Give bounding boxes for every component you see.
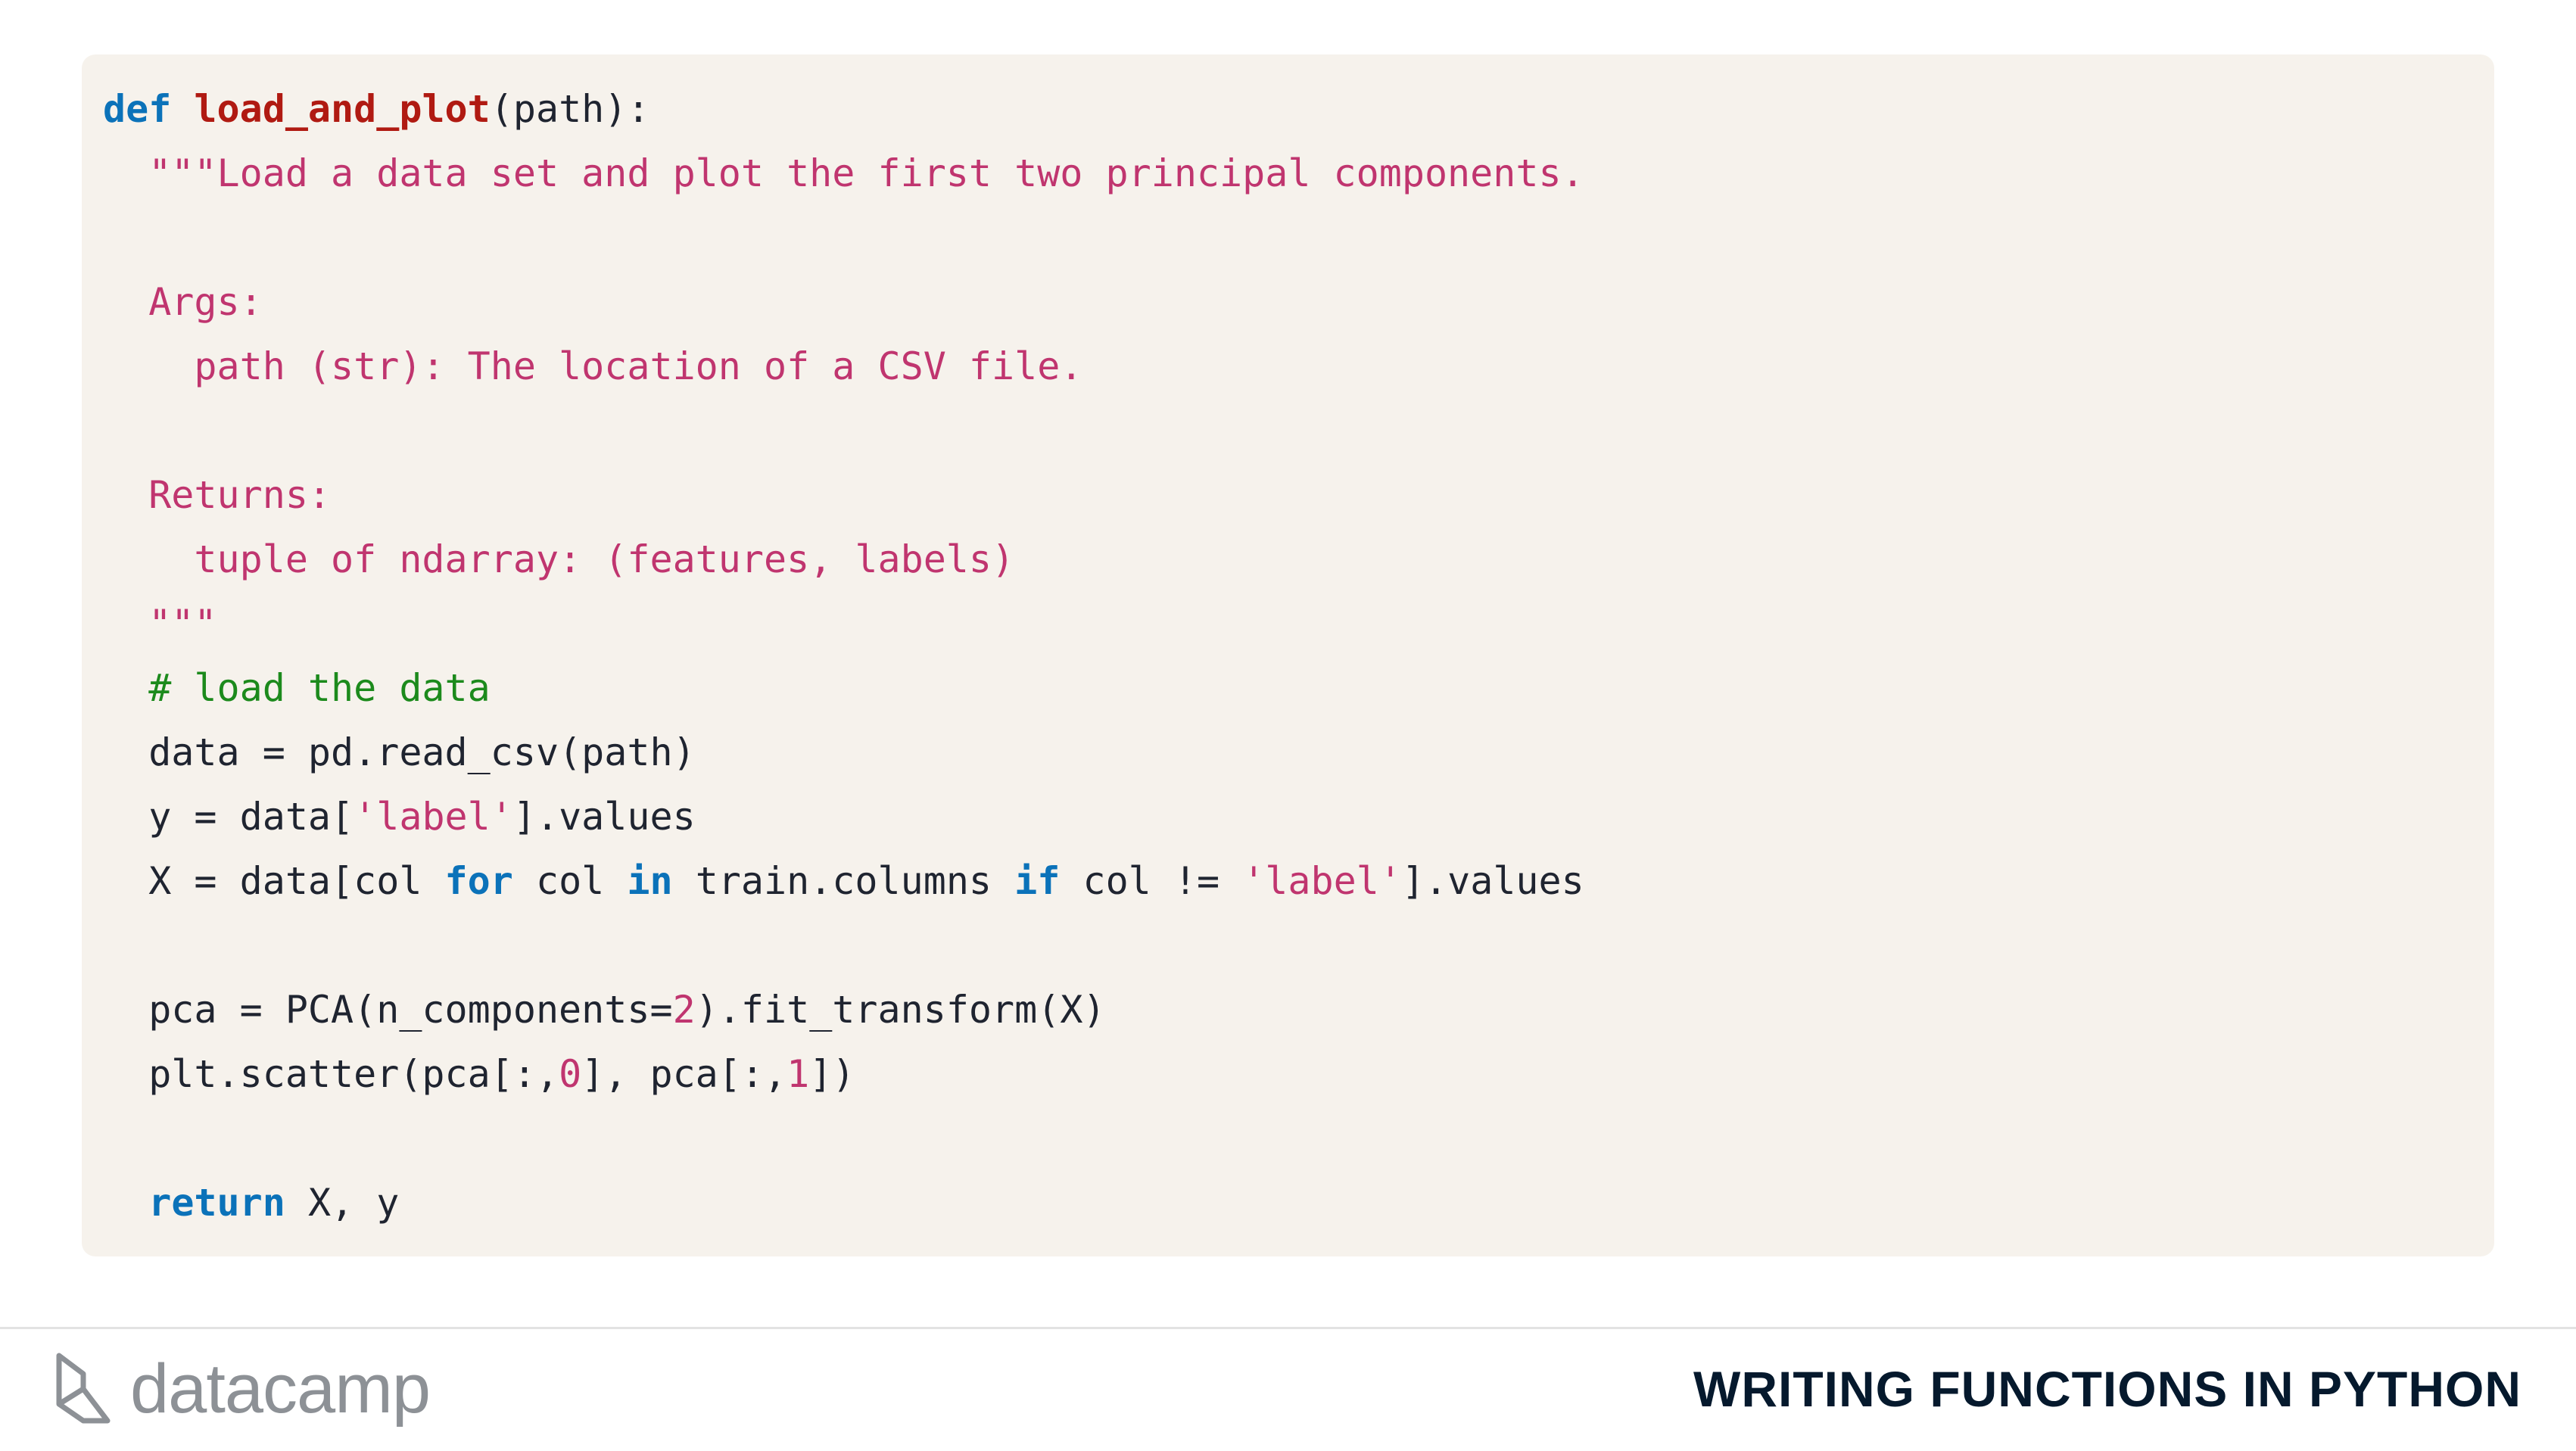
code-token: X, y	[285, 1181, 400, 1225]
code-token: if	[1014, 859, 1061, 903]
code-line: tuple of ndarray: (features, labels)	[103, 528, 1584, 592]
code-token: def	[103, 87, 172, 131]
code-token: ).fit_transform(X)	[695, 988, 1106, 1032]
code-token: """	[103, 602, 217, 646]
brand-name: datacamp	[130, 1350, 431, 1428]
code-line: X = data[col for col in train.columns if…	[103, 849, 1584, 914]
code-text: def load_and_plot(path): """Load a data …	[103, 77, 1584, 1235]
code-line: Returns:	[103, 463, 1584, 528]
code-line: y = data['label'].values	[103, 785, 1584, 849]
code-line: return X, y	[103, 1171, 1584, 1235]
code-block: def load_and_plot(path): """Load a data …	[82, 54, 2494, 1256]
code-token: ].values	[1401, 859, 1584, 903]
code-line: """	[103, 592, 1584, 656]
code-token: tuple of ndarray: (features, labels)	[103, 537, 1015, 581]
code-token: 'label'	[1242, 859, 1402, 903]
code-line: path (str): The location of a CSV file.	[103, 335, 1584, 399]
code-line: # load the data	[103, 656, 1584, 721]
code-token: X = data[col	[103, 859, 445, 903]
code-token: y = data[	[103, 795, 354, 839]
code-token: """Load a data set and plot the first tw…	[103, 151, 1584, 195]
code-token: Args:	[103, 280, 263, 324]
code-token: col	[512, 859, 628, 903]
code-line: plt.scatter(pca[:,0], pca[:,1])	[103, 1042, 1584, 1107]
datacamp-logo-icon	[56, 1353, 111, 1424]
code-token: ], pca[:,	[581, 1052, 787, 1096]
code-token: ])	[809, 1052, 855, 1096]
code-line: """Load a data set and plot the first tw…	[103, 142, 1584, 206]
code-token: 'label'	[354, 795, 513, 839]
code-token: pca = PCA(n_components=	[103, 988, 673, 1032]
code-line: data = pd.read_csv(path)	[103, 721, 1584, 785]
brand-logo: datacamp	[53, 1347, 431, 1431]
code-token: load_and_plot	[194, 87, 491, 131]
code-token: path (str): The location of a CSV file.	[103, 344, 1083, 388]
course-title: WRITING FUNCTIONS IN PYTHON	[1693, 1361, 2521, 1417]
code-token: # load the data	[103, 666, 491, 710]
code-token: ].values	[512, 795, 696, 839]
code-token: in	[627, 859, 673, 903]
slide: def load_and_plot(path): """Load a data …	[0, 0, 2576, 1451]
code-line: Args:	[103, 270, 1584, 335]
code-token: plt.scatter(pca[:,	[103, 1052, 559, 1096]
code-token: 0	[559, 1052, 582, 1096]
code-token: Returns:	[103, 473, 332, 517]
code-line: pca = PCA(n_components=2).fit_transform(…	[103, 978, 1584, 1042]
code-token: data = pd.read_csv(path)	[103, 730, 696, 774]
code-token: train.columns	[672, 859, 1015, 903]
code-token: for	[444, 859, 513, 903]
code-token: 2	[672, 988, 696, 1032]
code-token: (path):	[490, 87, 650, 131]
code-token: 1	[787, 1052, 810, 1096]
code-token: col !=	[1060, 859, 1243, 903]
footer-divider	[0, 1327, 2576, 1329]
code-token: return	[148, 1181, 285, 1225]
code-line: def load_and_plot(path):	[103, 77, 1584, 142]
